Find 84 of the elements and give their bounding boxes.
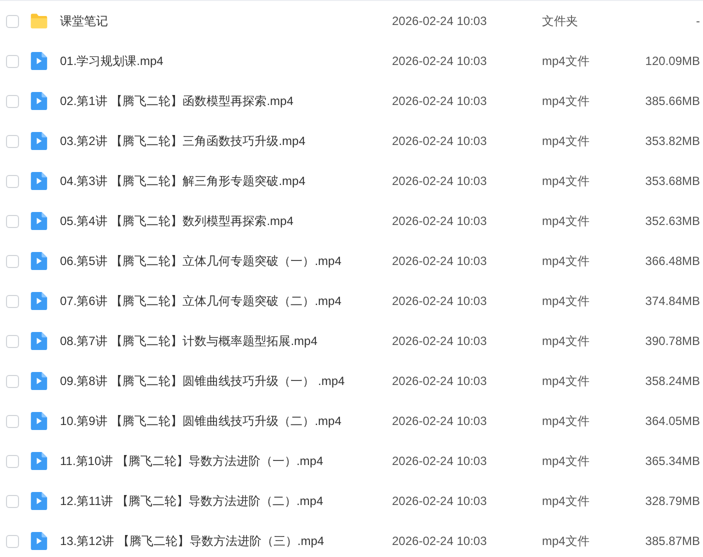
file-type: mp4文件 xyxy=(542,52,590,70)
modified-date: 2026-02-24 10:03 xyxy=(392,94,488,108)
checkbox[interactable] xyxy=(6,254,19,268)
file-type: mp4文件 xyxy=(542,172,590,190)
file-name[interactable]: 09.第8讲 【腾飞二轮】圆锥曲线技巧升级（一） .mp4 xyxy=(60,372,392,390)
file-name[interactable]: 课堂笔记 xyxy=(60,12,392,30)
video-file-icon xyxy=(30,492,48,510)
checkbox[interactable] xyxy=(6,294,19,308)
video-file-icon xyxy=(30,132,48,150)
modified-date: 2026-02-24 10:03 xyxy=(392,374,488,388)
modified-date: 2026-02-24 10:03 xyxy=(392,414,488,428)
checkbox[interactable] xyxy=(6,414,19,428)
video-file-icon xyxy=(30,252,48,270)
video-file-icon xyxy=(30,292,48,310)
modified-date: 2026-02-24 10:03 xyxy=(392,534,488,548)
modified-date: 2026-02-24 10:03 xyxy=(392,254,488,268)
video-file-icon xyxy=(30,372,48,390)
checkbox[interactable] xyxy=(6,134,19,148)
file-type: mp4文件 xyxy=(542,332,590,350)
checkbox[interactable] xyxy=(6,454,19,468)
file-size: 366.48MB xyxy=(644,254,700,268)
checkbox[interactable] xyxy=(6,174,19,188)
file-name[interactable]: 13.第12讲 【腾飞二轮】导数方法进阶（三）.mp4 xyxy=(60,532,392,550)
file-size: 365.34MB xyxy=(644,454,700,468)
file-size: - xyxy=(695,14,700,28)
file-type: mp4文件 xyxy=(542,212,590,230)
video-file-icon xyxy=(30,52,48,70)
file-name[interactable]: 07.第6讲 【腾飞二轮】立体几何专题突破（二）.mp4 xyxy=(60,292,392,310)
video-file-icon xyxy=(30,332,48,350)
video-file-icon xyxy=(30,452,48,470)
file-size: 374.84MB xyxy=(644,294,700,308)
modified-date: 2026-02-24 10:03 xyxy=(392,494,488,508)
modified-date: 2026-02-24 10:03 xyxy=(392,214,488,228)
file-size: 385.66MB xyxy=(644,94,700,108)
modified-date: 2026-02-24 10:03 xyxy=(392,294,488,308)
file-size: 328.79MB xyxy=(644,494,700,508)
file-size: 352.63MB xyxy=(644,214,700,228)
file-name[interactable]: 06.第5讲 【腾飞二轮】立体几何专题突破（一）.mp4 xyxy=(60,252,392,270)
checkbox[interactable] xyxy=(6,14,19,28)
file-type: 文件夹 xyxy=(542,12,579,30)
file-name[interactable]: 10.第9讲 【腾飞二轮】圆锥曲线技巧升级（二）.mp4 xyxy=(60,412,392,430)
folder-icon xyxy=(30,12,48,30)
file-name[interactable]: 08.第7讲 【腾飞二轮】计数与概率题型拓展.mp4 xyxy=(60,332,392,350)
file-size: 353.68MB xyxy=(644,174,700,188)
checkbox[interactable] xyxy=(6,214,19,228)
file-size: 385.87MB xyxy=(644,534,700,548)
file-name[interactable]: 02.第1讲 【腾飞二轮】函数模型再探索.mp4 xyxy=(60,92,392,110)
file-type: mp4文件 xyxy=(542,412,590,430)
file-name[interactable]: 05.第4讲 【腾飞二轮】数列模型再探索.mp4 xyxy=(60,212,392,230)
file-name[interactable]: 01.学习规划课.mp4 xyxy=(60,52,392,70)
video-file-icon xyxy=(30,532,48,550)
file-size: 364.05MB xyxy=(644,414,700,428)
file-name[interactable]: 12.第11讲 【腾飞二轮】导数方法进阶（二）.mp4 xyxy=(60,492,392,510)
file-name[interactable]: 11.第10讲 【腾飞二轮】导数方法进阶（一）.mp4 xyxy=(60,452,392,470)
modified-date: 2026-02-24 10:03 xyxy=(392,334,488,348)
video-file-icon xyxy=(30,412,48,430)
file-type: mp4文件 xyxy=(542,452,590,470)
checkbox[interactable] xyxy=(6,94,19,108)
modified-date: 2026-02-24 10:03 xyxy=(392,14,488,28)
video-file-icon xyxy=(30,172,48,190)
checkbox[interactable] xyxy=(6,374,19,388)
file-size: 358.24MB xyxy=(644,374,700,388)
file-size: 390.78MB xyxy=(644,334,700,348)
file-type: mp4文件 xyxy=(542,92,590,110)
file-size: 120.09MB xyxy=(644,54,700,68)
file-type: mp4文件 xyxy=(542,292,590,310)
checkbox[interactable] xyxy=(6,54,19,68)
file-type: mp4文件 xyxy=(542,532,590,550)
file-type: mp4文件 xyxy=(542,492,590,510)
file-type: mp4文件 xyxy=(542,132,590,150)
file-name[interactable]: 04.第3讲 【腾飞二轮】解三角形专题突破.mp4 xyxy=(60,172,392,190)
file-size: 353.82MB xyxy=(644,134,700,148)
file-type: mp4文件 xyxy=(542,372,590,390)
checkbox[interactable] xyxy=(6,494,19,508)
modified-date: 2026-02-24 10:03 xyxy=(392,134,488,148)
video-file-icon xyxy=(30,212,48,230)
video-file-icon xyxy=(30,92,48,110)
checkbox[interactable] xyxy=(6,334,19,348)
modified-date: 2026-02-24 10:03 xyxy=(392,54,488,68)
checkbox[interactable] xyxy=(6,534,19,548)
modified-date: 2026-02-24 10:03 xyxy=(392,454,488,468)
file-type: mp4文件 xyxy=(542,252,590,270)
modified-date: 2026-02-24 10:03 xyxy=(392,174,488,188)
file-name[interactable]: 03.第2讲 【腾飞二轮】三角函数技巧升级.mp4 xyxy=(60,132,392,150)
